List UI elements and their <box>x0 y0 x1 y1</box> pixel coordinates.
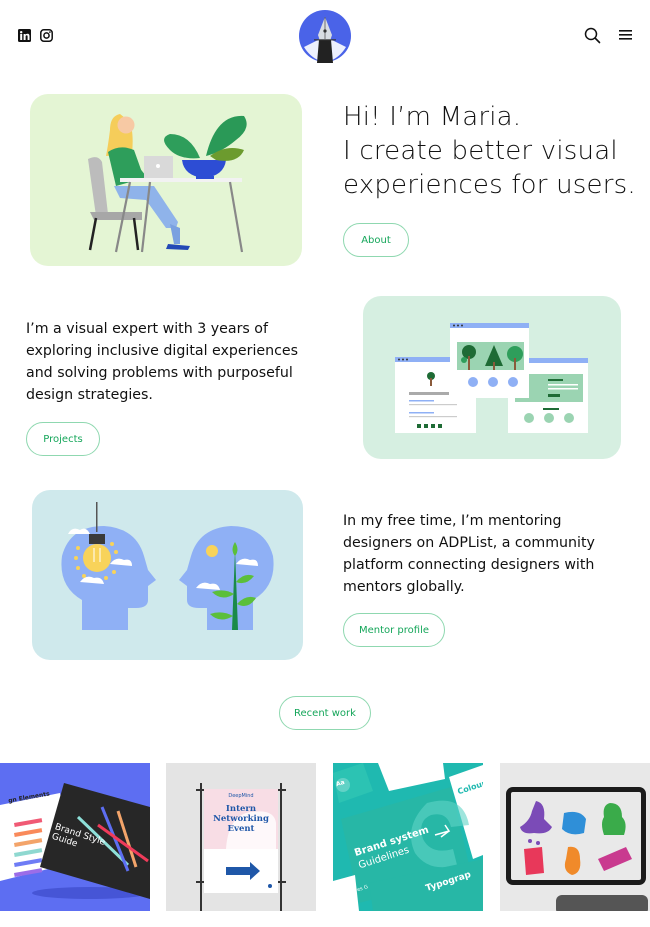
work-title: Intern Networking Event <box>204 804 278 834</box>
linkedin-icon[interactable] <box>18 29 31 42</box>
work-title-line: Event <box>227 824 255 834</box>
hero-heading: Hi! I’m Maria. I create better visual ex… <box>343 100 636 202</box>
hero-heading-line: experiences for users. <box>343 170 636 200</box>
projects-description-line: exploring inclusive digital experiences <box>26 343 299 359</box>
recent-work-item[interactable]: DeepMind Intern Networking Event <box>166 763 316 911</box>
about-button[interactable]: About <box>343 223 409 257</box>
work-title-line: Intern <box>225 804 257 814</box>
hero-illustration <box>30 94 302 266</box>
recent-work-item[interactable]: gn Elements Brand Style Guide <box>0 763 150 911</box>
instagram-icon[interactable] <box>40 29 53 42</box>
recent-work-item[interactable]: Aa Colour Brand system Guidelines Typogr… <box>333 763 483 911</box>
hero-heading-line: I create better visual <box>343 136 618 166</box>
projects-description-line: and solving problems with purposeful <box>26 365 293 381</box>
projects-button[interactable]: Projects <box>26 422 100 456</box>
mentor-description-line: mentors globally. <box>343 579 465 595</box>
pen-nib-logo-icon <box>299 10 351 63</box>
work-title-line: Networking <box>213 814 269 824</box>
hero-heading-line: Hi! I’m Maria. <box>343 102 522 132</box>
site-logo[interactable] <box>298 9 352 63</box>
mentor-description-line: designers on ADPList, a community <box>343 535 595 551</box>
recent-work-button[interactable]: Recent work <box>279 696 371 730</box>
mentor-description: In my free time, I’m mentoring designers… <box>343 510 595 598</box>
projects-description-line: I’m a visual expert with 3 years of <box>26 321 268 337</box>
mentor-description-line: platform connecting designers with <box>343 557 595 573</box>
projects-description: I’m a visual expert with 3 years of expl… <box>26 318 298 406</box>
mentor-description-line: In my free time, I’m mentoring <box>343 513 562 529</box>
projects-description-line: design strategies. <box>26 387 153 403</box>
recent-work-item[interactable] <box>500 763 650 911</box>
search-icon[interactable] <box>584 27 601 44</box>
work-brand: DeepMind <box>228 793 254 799</box>
projects-illustration <box>363 296 621 459</box>
hamburger-menu-icon[interactable] <box>619 29 633 41</box>
mentor-illustration <box>32 490 303 660</box>
mentor-profile-button[interactable]: Mentor profile <box>343 613 445 647</box>
